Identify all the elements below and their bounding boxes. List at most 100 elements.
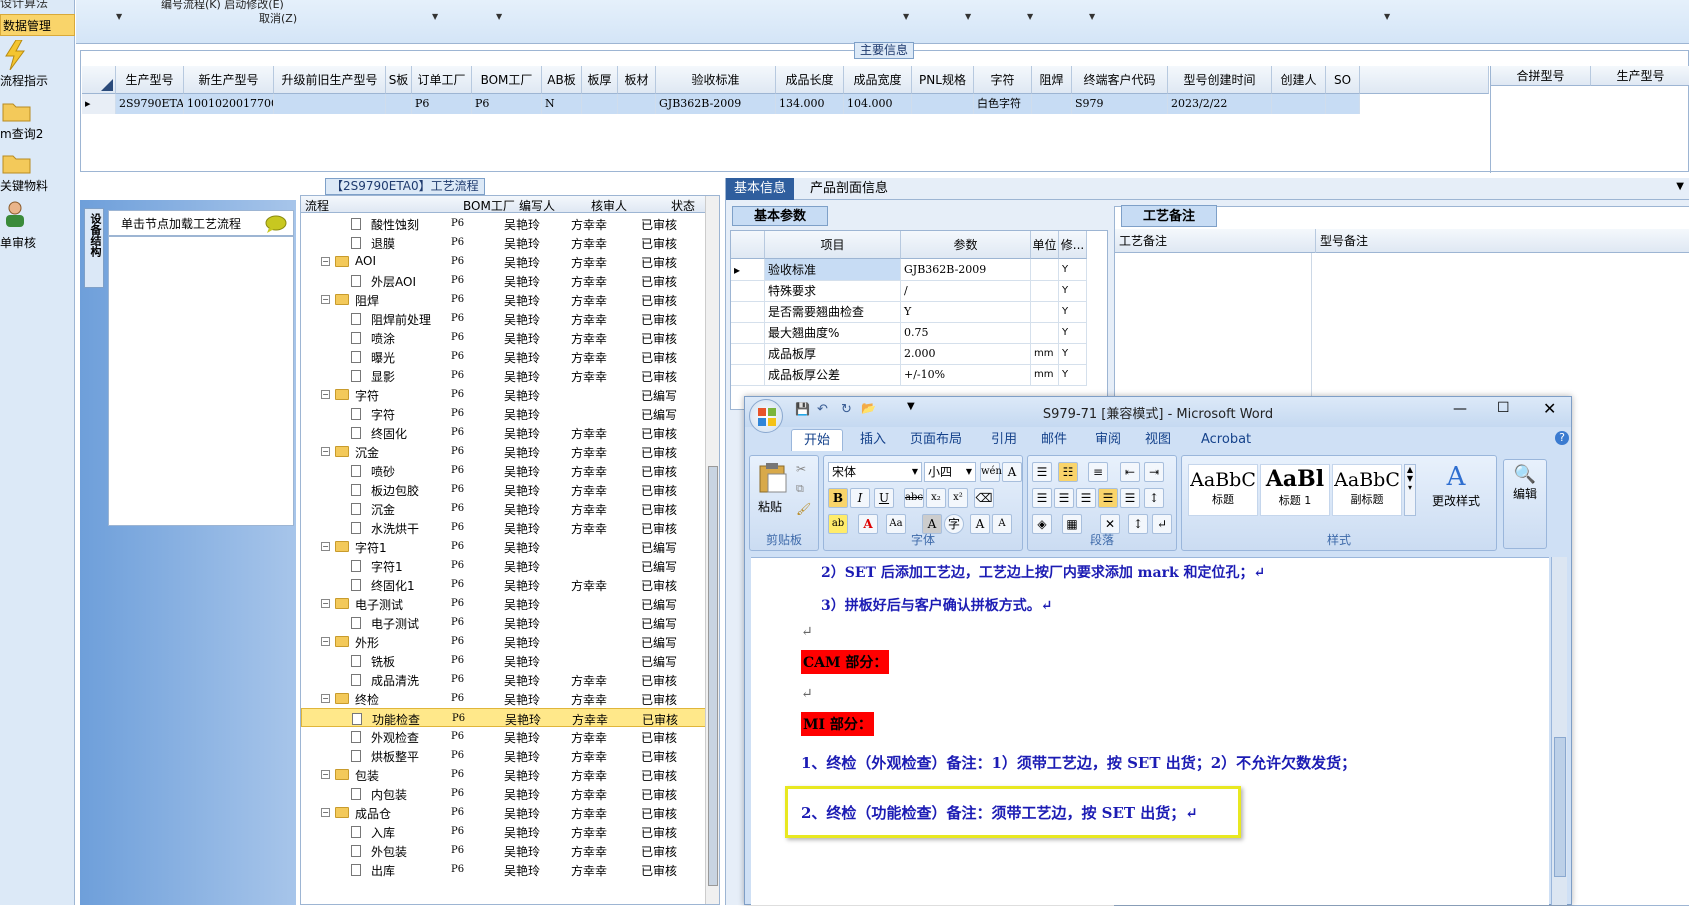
main-col-header[interactable]: 终端客户代码 (1072, 66, 1168, 94)
ribbon-tab-acrobat[interactable]: Acrobat (1201, 429, 1251, 451)
tree-row[interactable]: − 外形 P6 吴艳玲 已编写 (301, 632, 706, 651)
main-col-header[interactable]: 验收标准 (656, 66, 776, 94)
param-row[interactable]: 最大翘曲度% 0.75 Y (731, 322, 1087, 344)
main-cell[interactable]: P6 (472, 94, 542, 114)
nav-item-review[interactable]: 单审核 (0, 200, 75, 250)
main-cell[interactable]: S979 (1072, 94, 1168, 114)
superscript-button[interactable]: x² (948, 488, 968, 508)
main-col-header[interactable]: 板材 (618, 66, 656, 94)
word-scrollbar[interactable] (1551, 557, 1567, 905)
tree-row[interactable]: − 字符1 P6 吴艳玲 已编写 (301, 537, 706, 556)
tree-row[interactable]: − 阻焊 P6 吴艳玲 方幸幸 已审核 (301, 290, 706, 309)
param-row[interactable]: 成品板厚 2.000 mm Y (731, 343, 1087, 365)
bullets-icon[interactable]: ☰ (1032, 462, 1052, 482)
tree-row[interactable]: − 字符 P6 吴艳玲 已编写 (301, 385, 706, 404)
main-cell[interactable]: P6 (412, 94, 472, 114)
collapse-toggle-icon[interactable]: − (321, 390, 330, 399)
char-border-icon[interactable]: A (1002, 462, 1022, 482)
tab-basic-params[interactable]: 基本参数 (732, 206, 828, 226)
main-cell[interactable] (1326, 94, 1360, 114)
tree-row[interactable]: 字符1 P6 吴艳玲 已编写 (301, 556, 706, 575)
underline-button[interactable]: U (874, 488, 894, 508)
tree-row[interactable]: 喷砂 P6 吴艳玲 方幸幸 已审核 (301, 461, 706, 480)
nav-item-flow[interactable]: 流程指示 (0, 40, 75, 90)
change-styles-button[interactable]: A 更改样式 (1418, 462, 1494, 532)
ribbon-tab-home[interactable]: 开始 (791, 429, 844, 451)
document-page[interactable]: 2）SET 后添加工艺边，工艺边上按厂内要求添加 mark 和定位孔；↵ 3）拼… (751, 557, 1549, 905)
styles-scroll[interactable]: ▲ ▼ ▾ (1404, 464, 1416, 516)
cancel-button[interactable]: 取消(Z) (259, 10, 297, 26)
font-name-select[interactable]: 宋体 ▼ (828, 462, 922, 482)
main-col-header[interactable]: 升级前旧生产型号 (274, 66, 386, 94)
line-spacing-icon[interactable]: ↕ (1144, 488, 1164, 508)
tree-row[interactable]: 字符 P6 吴艳玲 已编写 (301, 404, 706, 423)
main-col-header[interactable]: 生产型号 (116, 66, 184, 94)
tab-profile-info[interactable]: 产品剖面信息 (802, 178, 896, 200)
tree-scrollbar[interactable] (705, 196, 719, 904)
dropdown-arrow-icon[interactable]: ▼ (1089, 12, 1095, 21)
paste-label[interactable]: 粘贴 (758, 498, 782, 515)
ribbon-tab-mailings[interactable]: 邮件 (1041, 429, 1067, 451)
tree-row[interactable]: − 沉金 P6 吴艳玲 方幸幸 已审核 (301, 442, 706, 461)
align-left-icon[interactable]: ☰ (1032, 488, 1052, 508)
main-col-header[interactable]: 新生产型号 (184, 66, 274, 94)
tree-row[interactable]: − 电子测试 P6 吴艳玲 已编写 (301, 594, 706, 613)
col-merge-model[interactable]: 合拼型号 (1491, 66, 1591, 86)
col-modify[interactable]: 修... (1059, 231, 1087, 259)
hint-row[interactable]: 单击节点加载工艺流程 (108, 210, 294, 236)
main-cell[interactable]: 2023/2/22 (1168, 94, 1272, 114)
italic-button[interactable]: I (850, 488, 870, 508)
tree-row[interactable]: 终固化1 P6 吴艳玲 方幸幸 已审核 (301, 575, 706, 594)
tree-row[interactable]: 外包装 P6 吴艳玲 方幸幸 已审核 (301, 841, 706, 860)
col-writer[interactable]: 编写人 (519, 197, 555, 214)
main-col-header[interactable]: PNL规格 (912, 66, 974, 94)
tab-dropdown-icon[interactable]: ▼ (1676, 181, 1684, 192)
tree-row[interactable]: 水洗烘干 P6 吴艳玲 方幸幸 已审核 (301, 518, 706, 537)
scroll-thumb[interactable] (708, 466, 718, 886)
tree-row[interactable]: − 终检 P6 吴艳玲 方幸幸 已审核 (301, 689, 706, 708)
collapse-toggle-icon[interactable]: − (321, 447, 330, 456)
collapse-toggle-icon[interactable]: − (321, 694, 330, 703)
tree-row[interactable]: 内包装 P6 吴艳玲 方幸幸 已审核 (301, 784, 706, 803)
main-col-header[interactable]: 成品宽度 (844, 66, 912, 94)
dropdown-arrow-icon[interactable]: ▼ (1027, 12, 1033, 21)
style-subtitle[interactable]: AaBbC 副标题 (1332, 464, 1402, 516)
tree-row[interactable]: 喷涂 P6 吴艳玲 方幸幸 已审核 (301, 328, 706, 347)
nav-item-design-algo[interactable]: 设计算法 (0, 0, 75, 11)
paste-icon[interactable] (758, 462, 788, 494)
tree-row[interactable]: 终固化 P6 吴艳玲 方幸幸 已审核 (301, 423, 706, 442)
dropdown-arrow-icon[interactable]: ▼ (496, 12, 502, 21)
col-production-model[interactable]: 生产型号 (1591, 66, 1689, 86)
minimize-icon[interactable]: — (1453, 401, 1467, 417)
tree-row[interactable]: 曝光 P6 吴艳玲 方幸幸 已审核 (301, 347, 706, 366)
maximize-icon[interactable]: ☐ (1497, 400, 1510, 416)
col-param[interactable]: 参数 (901, 231, 1031, 259)
copy-icon[interactable]: ⧉ (796, 482, 804, 496)
main-col-header[interactable]: 板厚 (582, 66, 618, 94)
tree-row[interactable]: 酸性蚀刻 P6 吴艳玲 方幸幸 已审核 (301, 214, 706, 233)
tree-row[interactable]: 外层AOI P6 吴艳玲 方幸幸 已审核 (301, 271, 706, 290)
dropdown-arrow-icon[interactable]: ▼ (1384, 12, 1390, 21)
param-row[interactable]: 是否需要翘曲检查 Y Y (731, 301, 1087, 323)
nav-item-query[interactable]: m查询2 (0, 98, 75, 142)
main-cell[interactable]: GJB362B-2009 (656, 94, 776, 114)
bold-button[interactable]: B (828, 488, 848, 508)
cut-icon[interactable]: ✂ (796, 462, 806, 476)
numbering-icon[interactable]: ☷ (1058, 462, 1078, 482)
align-center-icon[interactable]: ☰ (1054, 488, 1074, 508)
main-cell[interactable] (274, 94, 386, 114)
main-cell[interactable]: 134.000 (776, 94, 844, 114)
main-cell[interactable] (582, 94, 618, 114)
device-structure-tab[interactable]: 设备结构 (84, 208, 104, 288)
col-unit[interactable]: 单位 (1031, 231, 1059, 259)
format-painter-icon[interactable]: 🖌 (796, 502, 811, 516)
main-col-header[interactable]: 型号创建时间 (1168, 66, 1272, 94)
style-heading-1[interactable]: AaBl 标题 1 (1260, 464, 1330, 516)
collapse-toggle-icon[interactable]: − (321, 808, 330, 817)
main-col-header[interactable]: S板 (386, 66, 412, 94)
main-cell[interactable] (618, 94, 656, 114)
main-cell[interactable] (1032, 94, 1072, 114)
col-bom-factory[interactable]: BOM工厂 (463, 197, 515, 214)
tab-basic-info[interactable]: 基本信息 (726, 178, 795, 200)
param-row[interactable]: ▸ 验收标准 GJB362B-2009 Y (731, 259, 1087, 281)
